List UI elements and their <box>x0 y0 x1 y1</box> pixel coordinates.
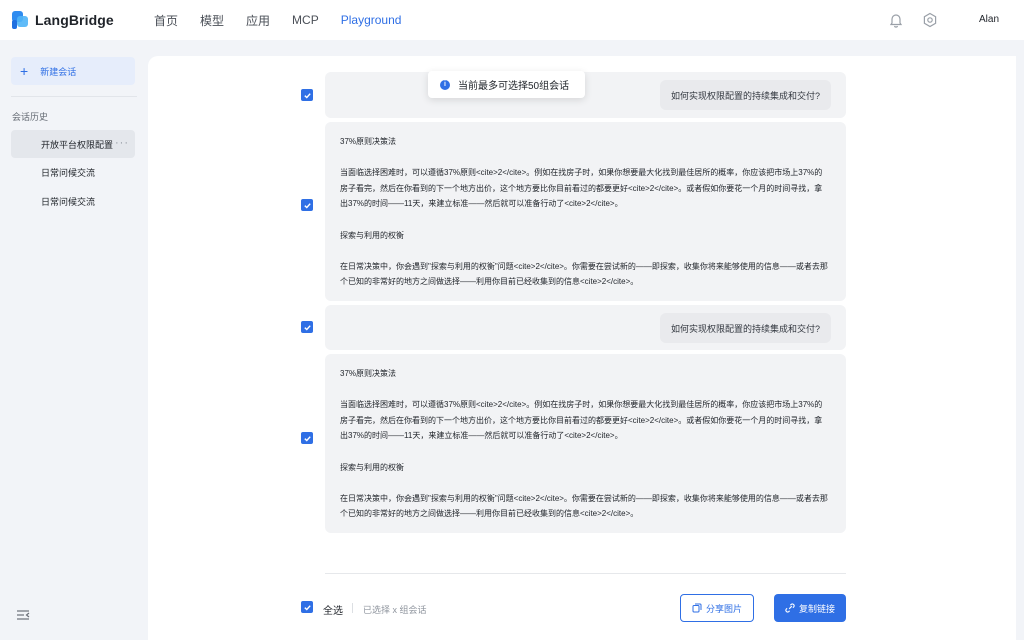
main-nav: 首页 模型 应用 MCP Playground <box>154 0 423 40</box>
user-name[interactable]: Alan <box>979 14 999 25</box>
history-item[interactable]: 日常问候交流 <box>11 187 135 215</box>
answer-paragraph: 当面临选择困难时，可以遵循37%原则<cite>2</cite>。例如在找房子时… <box>340 168 823 209</box>
nav-apps[interactable]: 应用 <box>246 12 270 29</box>
new-chat-label: 新建会话 <box>40 66 77 77</box>
link-icon <box>785 603 795 613</box>
select-all-checkbox[interactable] <box>301 601 313 613</box>
nav-mcp[interactable]: MCP <box>292 13 319 27</box>
logo-text: LangBridge <box>35 12 114 28</box>
message-checkbox[interactable] <box>301 89 313 101</box>
answer-heading: 探索与利用的权衡 <box>340 230 404 240</box>
image-share-icon <box>692 603 702 613</box>
copy-link-button[interactable]: 复制链接 <box>774 594 846 622</box>
nav-playground[interactable]: Playground <box>341 13 402 27</box>
copy-link-label: 复制链接 <box>798 603 835 614</box>
history-item[interactable]: 日常问候交流 <box>11 158 135 186</box>
nav-home[interactable]: 首页 <box>154 12 178 29</box>
question-bubble: 如何实现权限配置的持续集成和交付? <box>659 313 831 343</box>
footer-divider <box>325 573 846 574</box>
selected-count-text: 已选择 x 组会话 <box>363 605 427 615</box>
footer-separator <box>352 603 353 613</box>
share-image-label: 分享图片 <box>705 603 742 614</box>
logo[interactable]: LangBridge <box>12 11 114 29</box>
logo-icon <box>12 11 30 29</box>
plus-icon: + <box>20 63 29 79</box>
toast-notice: i 当前最多可选择50组会话 <box>428 71 586 98</box>
answer-content: 37%原则决策法 当面临选择困难时，可以遵循37%原则<cite>2</cite… <box>340 134 830 290</box>
top-bar: LangBridge 首页 模型 应用 MCP Playground Alan <box>0 0 1024 40</box>
answer-paragraph: 在日常决策中，你会遇到"探索与利用的权衡"问题<cite>2</cite>。你需… <box>340 261 828 287</box>
history-item-label: 日常问候交流 <box>41 167 96 178</box>
info-icon: i <box>440 79 450 90</box>
select-all-label[interactable]: 全选 <box>323 602 343 617</box>
answer-content: 37%原则决策法 当面临选择困难时，可以遵循37%原则<cite>2</cite… <box>340 366 830 522</box>
history-item-label: 日常问候交流 <box>41 196 96 207</box>
bell-icon[interactable] <box>888 12 904 28</box>
share-image-button[interactable]: 分享图片 <box>680 594 754 622</box>
question-row: 如何实现权限配置的持续集成和交付? <box>325 305 846 350</box>
answer-paragraph: 当面临选择困难时，可以遵循37%原则<cite>2</cite>。例如在找房子时… <box>340 400 823 441</box>
message-checkbox[interactable] <box>301 432 313 444</box>
answer-paragraph: 在日常决策中，你会遇到"探索与利用的权衡"问题<cite>2</cite>。你需… <box>340 493 828 519</box>
nav-models[interactable]: 模型 <box>200 12 224 29</box>
answer-heading: 探索与利用的权衡 <box>340 462 404 472</box>
answer-heading: 37%原则决策法 <box>340 137 397 146</box>
collapse-sidebar-icon[interactable] <box>16 608 30 622</box>
answer-heading: 37%原则决策法 <box>340 369 397 378</box>
answer-row: 37%原则决策法 当面临选择困难时，可以遵循37%原则<cite>2</cite… <box>325 354 846 533</box>
more-icon[interactable]: ··· <box>115 138 129 149</box>
gear-icon[interactable] <box>922 12 938 28</box>
question-row: 如何实现权限配置的持续集成和交付? <box>325 72 846 118</box>
history-title: 会话历史 <box>12 112 49 122</box>
message-checkbox[interactable] <box>301 199 313 211</box>
question-bubble: 如何实现权限配置的持续集成和交付? <box>659 80 831 110</box>
sidebar: + 新建会话 会话历史 开放平台权限配置 ··· 日常问候交流 日常问候交流 <box>0 40 148 640</box>
toast-text: 当前最多可选择50组会话 <box>458 81 570 92</box>
new-chat-button[interactable]: + 新建会话 <box>11 57 135 85</box>
history-item-label: 开放平台权限配置 <box>41 139 114 150</box>
history-item[interactable]: 开放平台权限配置 ··· <box>11 130 135 158</box>
sidebar-divider <box>11 96 137 97</box>
message-checkbox[interactable] <box>301 321 313 333</box>
answer-row: 37%原则决策法 当面临选择困难时，可以遵循37%原则<cite>2</cite… <box>325 122 846 301</box>
